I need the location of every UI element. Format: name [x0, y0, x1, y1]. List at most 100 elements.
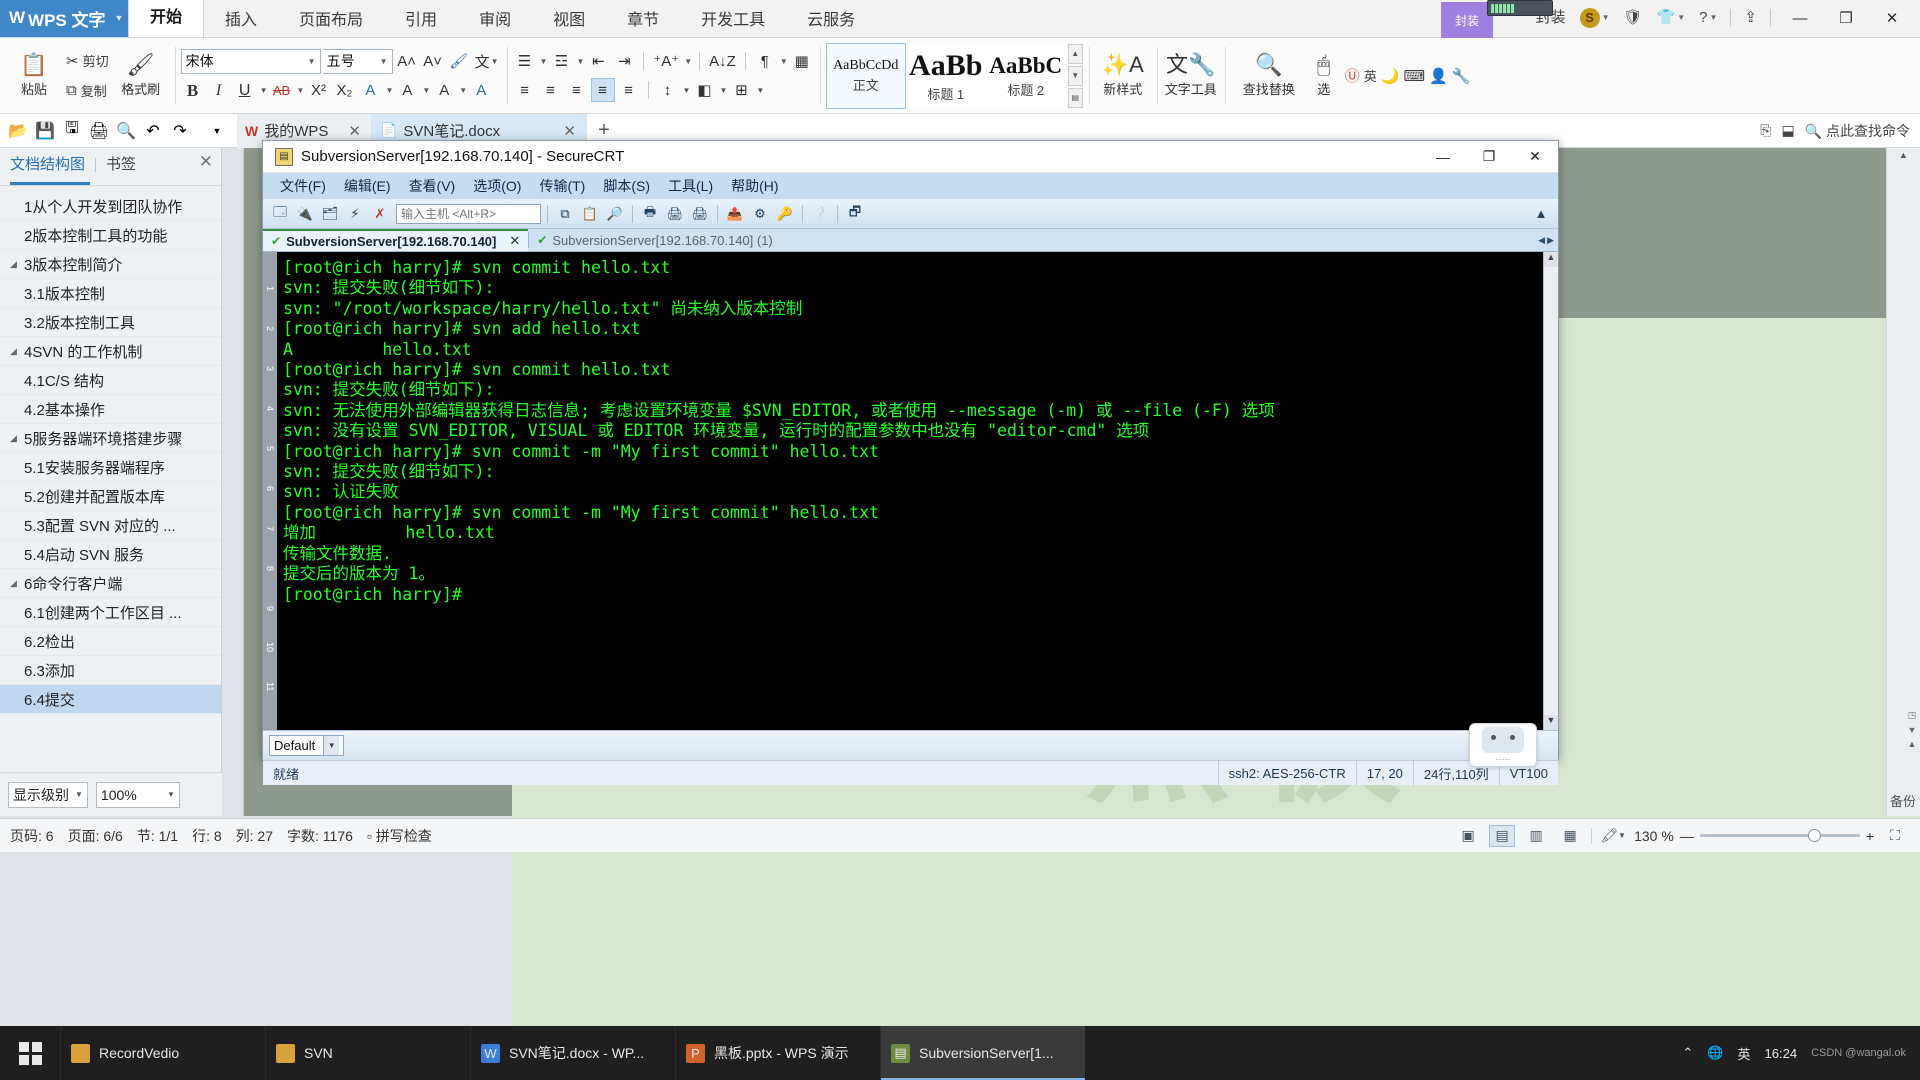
- nav-tab-bookmarks[interactable]: 书签: [106, 153, 136, 177]
- font-size-combobox[interactable]: 五号 ▼: [323, 49, 393, 74]
- chevron-down-icon[interactable]: ▼: [684, 57, 692, 66]
- status-word-count[interactable]: 字数: 1176: [287, 826, 353, 846]
- distribute-button[interactable]: ≡: [617, 78, 641, 102]
- chevron-down-icon[interactable]: ▼: [719, 86, 727, 95]
- ribbon-tab-section[interactable]: 章节: [606, 4, 680, 37]
- align-justify-button[interactable]: ≡: [591, 78, 615, 102]
- scroll-up-icon[interactable]: ▲: [1068, 44, 1083, 64]
- taskbar-item-recordvedio[interactable]: RecordVedio: [60, 1026, 265, 1080]
- start-button[interactable]: [0, 1026, 60, 1080]
- wps-app-logo[interactable]: W WPS 文字 ▼: [0, 0, 128, 37]
- page-down-icon[interactable]: ▼: [1908, 725, 1917, 735]
- taskbar-item-blackboard-ppt[interactable]: P 黑板.pptx - WPS 演示: [675, 1026, 880, 1080]
- connect-icon[interactable]: 🔌: [294, 203, 316, 225]
- ribbon-tab-insert[interactable]: 插入: [204, 4, 278, 37]
- print-screen-icon[interactable]: 🖨: [664, 203, 686, 225]
- strikethrough-button[interactable]: AB: [270, 79, 294, 103]
- share-upload-icon[interactable]: ⇪: [1738, 2, 1763, 34]
- nav-tab-structure[interactable]: 文档结构图: [10, 153, 85, 177]
- list-item[interactable]: 5.1安装服务器端程序: [0, 453, 221, 482]
- taskbar-item-svn-notes[interactable]: W SVN笔记.docx - WP...: [470, 1026, 675, 1080]
- new-session-icon[interactable]: 🗔: [269, 203, 291, 225]
- chevron-down-icon[interactable]: ▼: [422, 86, 430, 95]
- subscript-button[interactable]: X₂: [332, 79, 356, 103]
- table-borders-button[interactable]: ⊞: [729, 78, 753, 102]
- ribbon-tab-cloud[interactable]: 云服务: [786, 4, 876, 37]
- session-manager-icon[interactable]: 🗂: [319, 203, 341, 225]
- chevron-down-icon[interactable]: ▼: [683, 86, 691, 95]
- find-command-box[interactable]: 🔍 点此查找命令: [1805, 121, 1910, 141]
- tabs-scroll-right-icon[interactable]: ▶: [1547, 235, 1554, 246]
- close-icon[interactable]: ✕: [509, 233, 520, 249]
- list-item[interactable]: 6.1创建两个工作区目 ...: [0, 598, 221, 627]
- log-session-icon[interactable]: 🖶: [639, 203, 661, 225]
- help-button[interactable]: ?▼: [1693, 2, 1723, 34]
- status-spellcheck[interactable]: ▫ 拼写检查: [367, 826, 432, 846]
- chevron-down-icon[interactable]: ▼: [385, 86, 393, 95]
- list-item[interactable]: 3.2版本控制工具: [0, 308, 221, 337]
- pinyin-guide-icon[interactable]: 文▼: [473, 49, 501, 73]
- maximize-button[interactable]: ❐: [1466, 141, 1512, 173]
- sort-button[interactable]: A↓Z: [707, 49, 738, 73]
- terminal-output[interactable]: [root@rich harry]# svn commit hello.txt …: [277, 252, 1543, 730]
- menu-view[interactable]: 查看(V): [400, 176, 465, 196]
- taskbar-item-securecrt[interactable]: ▤ SubversionServer[1...: [880, 1026, 1085, 1080]
- align-center-button[interactable]: ≡: [539, 78, 563, 102]
- chevron-down-icon[interactable]: ▼: [115, 13, 124, 23]
- zoom-control[interactable]: 130 % — +: [1634, 828, 1874, 844]
- ribbon-tab-review[interactable]: 审阅: [458, 4, 532, 37]
- zoom-slider-thumb[interactable]: [1808, 829, 1821, 842]
- scroll-up-icon[interactable]: ▲: [1887, 150, 1920, 166]
- style-item-heading2[interactable]: AaBbC 标题 2: [986, 43, 1066, 109]
- minimize-button[interactable]: —: [1420, 141, 1466, 173]
- nav-zoom-select[interactable]: 100% ▼: [96, 782, 180, 808]
- menu-file[interactable]: 文件(F): [271, 176, 335, 196]
- window-layout-icon[interactable]: 🗗: [844, 203, 866, 225]
- list-item[interactable]: 5.3配置 SVN 对应的 ...: [0, 511, 221, 540]
- align-left-button[interactable]: ≡: [513, 78, 537, 102]
- undo-icon[interactable]: ↶: [141, 119, 165, 143]
- select-object-icon[interactable]: ◳: [1908, 710, 1917, 721]
- zoom-slider-track[interactable]: [1700, 834, 1860, 837]
- font-color-button[interactable]: A: [432, 79, 456, 103]
- web-view-icon[interactable]: ▥: [1523, 825, 1549, 847]
- close-pane-icon[interactable]: ✕: [199, 152, 213, 172]
- securecrt-window[interactable]: ▤ SubversionServer[192.168.70.140] - Sec…: [262, 140, 1559, 760]
- copy-icon[interactable]: ⧉: [554, 203, 576, 225]
- list-item[interactable]: ◢4SVN 的工作机制: [0, 337, 221, 366]
- list-item[interactable]: 6.2检出: [0, 627, 221, 656]
- host-input[interactable]: 输入主机 <Alt+R>: [396, 204, 541, 224]
- line-spacing-button[interactable]: ↕: [656, 78, 680, 102]
- ribbon-tab-references[interactable]: 引用: [384, 4, 458, 37]
- disconnect-icon[interactable]: ✗: [369, 203, 391, 225]
- align-right-button[interactable]: ≡: [565, 78, 589, 102]
- scroll-up-icon[interactable]: ▲: [1544, 252, 1558, 267]
- list-item[interactable]: 5.4启动 SVN 服务: [0, 540, 221, 569]
- session-tab-second[interactable]: ✔ SubversionServer[192.168.70.140] (1): [529, 229, 780, 251]
- shield-icon[interactable]: 🛡: [1618, 2, 1649, 34]
- seal-badge[interactable]: 封装: [1441, 2, 1493, 38]
- maximize-button[interactable]: ❐: [1824, 2, 1868, 34]
- print-icon[interactable]: 🖨: [689, 203, 711, 225]
- new-style-button[interactable]: ✨A 新样式: [1095, 40, 1151, 112]
- scroll-down-icon[interactable]: ▼: [1544, 715, 1558, 730]
- format-brush-button[interactable]: 🖌 格式刷: [113, 40, 169, 112]
- panel-toggle-icon[interactable]: ⎘: [1760, 122, 1771, 139]
- ime-row[interactable]: Ⓤ 英 🌙 ⌨ 👤 🔧: [1341, 63, 1475, 89]
- chevron-down-icon[interactable]: ▼: [780, 57, 788, 66]
- panel-toggle2-icon[interactable]: ⬓: [1781, 122, 1794, 139]
- ribbon-tab-start[interactable]: 开始: [128, 0, 204, 37]
- menu-script[interactable]: 脚本(S): [594, 176, 659, 196]
- collapse-arrow-icon[interactable]: ◢: [10, 346, 24, 357]
- chevron-down-icon[interactable]: ▼: [540, 57, 548, 66]
- chevron-down-icon[interactable]: ▼: [756, 86, 764, 95]
- settings-icon[interactable]: ⚙: [749, 203, 771, 225]
- char-shading-button[interactable]: A: [469, 79, 493, 103]
- select-button[interactable]: 🖱 选: [1307, 40, 1341, 112]
- shrink-font-button[interactable]: A˅: [421, 49, 445, 73]
- show-marks-button[interactable]: ¶: [753, 49, 777, 73]
- list-item[interactable]: 4.1C/S 结构: [0, 366, 221, 395]
- session-profile-select[interactable]: Default ▼: [269, 735, 344, 756]
- list-item[interactable]: 3.1版本控制: [0, 279, 221, 308]
- paste-icon[interactable]: 📋: [579, 203, 601, 225]
